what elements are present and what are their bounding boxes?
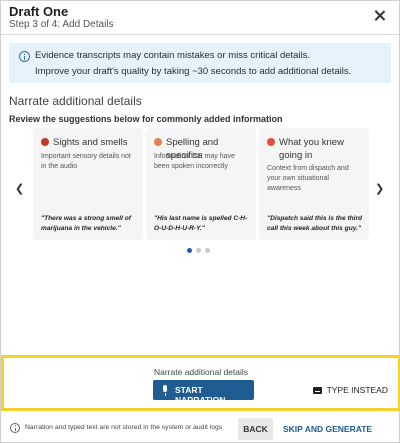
pin-icon xyxy=(267,138,275,146)
suggestion-card-context: What you knew going in Context from disp… xyxy=(259,128,369,240)
carousel-dot[interactable] xyxy=(196,248,201,253)
narrate-label: Narrate additional details xyxy=(153,367,249,377)
card-description: Important sensory details not in the aud… xyxy=(41,153,131,170)
chevron-left-icon: ❮ xyxy=(15,183,25,195)
card-title: Sights and smells xyxy=(53,137,128,148)
suggestion-card-sights-smells: Sights and smells Important sensory deta… xyxy=(33,128,143,240)
dialog-footer: Narration and typed text are not stored … xyxy=(1,414,399,443)
section-subtitle: Review the suggestions below for commonl… xyxy=(9,114,283,124)
card-title: What you knew going in xyxy=(279,137,344,161)
start-narration-button[interactable]: START NARRATION xyxy=(153,380,254,405)
narrate-panel: Narrate additional details START NARRATI… xyxy=(1,355,400,411)
carousel-prev-button[interactable]: ❮ xyxy=(15,179,25,195)
info-icon xyxy=(10,423,20,433)
carousel-dot[interactable] xyxy=(187,248,192,253)
skip-and-generate-button[interactable]: SKIP AND GENERATE DRAFT xyxy=(283,418,399,440)
carousel-dot[interactable] xyxy=(205,248,210,253)
microphone-icon xyxy=(163,385,167,396)
card-quote: "Dispatch said this is the third call th… xyxy=(267,215,363,232)
step-indicator: Step 3 of 4: Add Details xyxy=(9,19,114,30)
suggestion-card-spelling: Spelling and specifics Information that … xyxy=(146,128,256,240)
chevron-right-icon: ❯ xyxy=(375,183,385,195)
nose-icon xyxy=(41,138,49,146)
footer-note: Narration and typed text are not stored … xyxy=(25,424,223,431)
spelling-icon xyxy=(154,138,162,146)
card-description: Context from dispatch and your own situa… xyxy=(267,165,349,192)
info-banner: Evidence transcripts may contain mistake… xyxy=(9,43,391,83)
keyboard-icon xyxy=(312,387,322,394)
draft-dialog: Draft One Step 3 of 4: Add Details Evide… xyxy=(0,0,400,443)
card-quote: "There was a strong smell of marijuana i… xyxy=(41,215,131,232)
section-title: Narrate additional details xyxy=(9,94,142,108)
info-banner-line1: Evidence transcripts may contain mistake… xyxy=(35,50,311,61)
dialog-header: Draft One Step 3 of 4: Add Details xyxy=(1,1,399,35)
type-instead-button[interactable]: TYPE INSTEAD xyxy=(312,385,388,395)
info-icon xyxy=(19,51,30,62)
carousel-next-button[interactable]: ❯ xyxy=(375,179,385,195)
back-button[interactable]: BACK xyxy=(238,418,273,440)
info-banner-line2: Improve your draft's quality by taking ~… xyxy=(35,66,352,77)
carousel-dots xyxy=(187,248,217,254)
type-instead-label: TYPE INSTEAD xyxy=(326,385,388,395)
start-narration-label: START NARRATION xyxy=(175,385,226,405)
card-description: Information that may have been spoken in… xyxy=(154,153,235,170)
card-quote: "His last name is spelled C-H-O-U-D-H-U-… xyxy=(154,215,248,232)
close-icon[interactable] xyxy=(373,9,387,23)
dialog-title: Draft One xyxy=(9,4,69,19)
